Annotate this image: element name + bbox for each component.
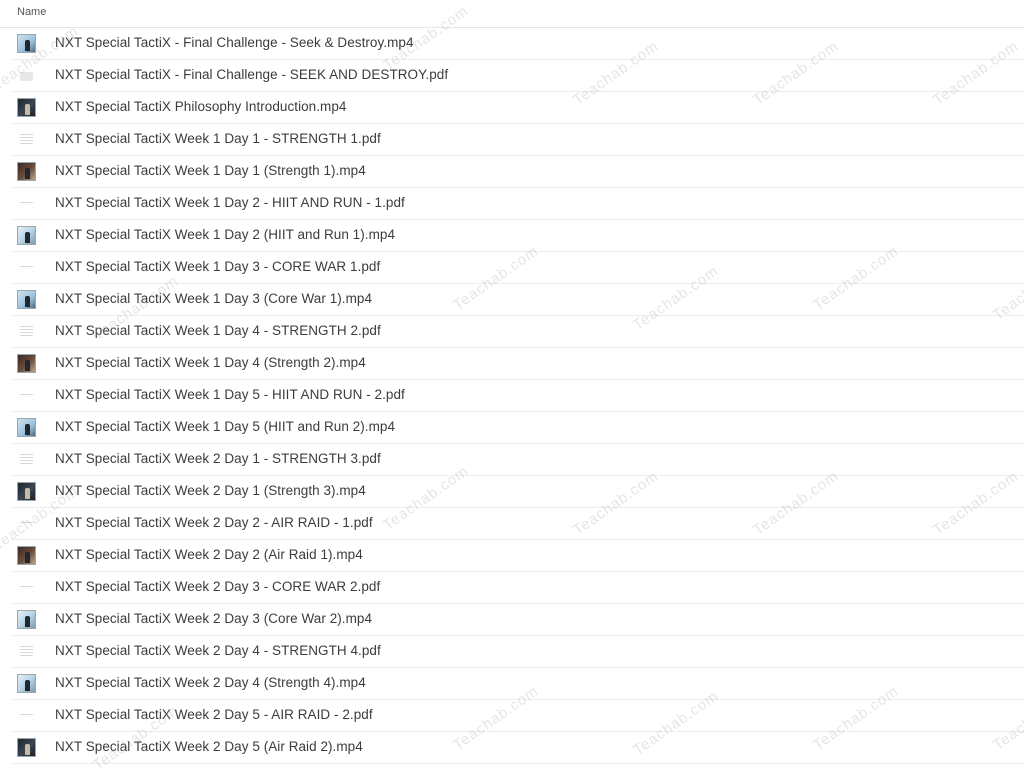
file-row[interactable]: NXT Special TactiX Week 2 Day 5 (Air Rai… — [12, 732, 1024, 764]
file-row[interactable]: NXT Special TactiX Week 1 Day 4 (Strengt… — [12, 348, 1024, 380]
pdf-thumbnail-icon — [17, 258, 36, 277]
file-name[interactable]: NXT Special TactiX - Final Challenge - S… — [55, 35, 414, 50]
video-thumbnail-icon — [17, 162, 36, 181]
video-thumbnail-icon — [17, 354, 36, 373]
pdf-thumbnail-icon — [17, 386, 36, 405]
file-name[interactable]: NXT Special TactiX Week 1 Day 3 (Core Wa… — [55, 291, 372, 306]
file-name[interactable]: NXT Special TactiX Week 2 Day 4 (Strengt… — [55, 675, 366, 690]
file-browser: Name NXT Special TactiX - Final Challeng… — [0, 0, 1024, 768]
pdf-thumbnail-icon — [17, 642, 36, 661]
file-name[interactable]: NXT Special TactiX Week 1 Day 3 - CORE W… — [55, 259, 380, 274]
file-name[interactable]: NXT Special TactiX Week 1 Day 2 - HIIT A… — [55, 195, 405, 210]
file-row[interactable]: NXT Special TactiX Week 1 Day 2 (HIIT an… — [12, 220, 1024, 252]
pdf-thumbnail-icon — [17, 706, 36, 725]
file-name[interactable]: NXT Special TactiX Week 2 Day 5 (Air Rai… — [55, 739, 363, 754]
video-thumbnail-icon — [17, 34, 36, 53]
file-name[interactable]: NXT Special TactiX Week 1 Day 5 - HIIT A… — [55, 387, 405, 402]
file-row[interactable]: NXT Special TactiX Week 1 Day 5 - HIIT A… — [12, 380, 1024, 412]
file-row[interactable]: NXT Special TactiX Week 2 Day 3 (Core Wa… — [12, 604, 1024, 636]
pdf-thumbnail-icon — [17, 322, 36, 341]
file-name[interactable]: NXT Special TactiX Week 1 Day 1 - STRENG… — [55, 131, 381, 146]
video-thumbnail-icon — [17, 546, 36, 565]
file-row[interactable]: NXT Special TactiX Week 2 Day 1 - STRENG… — [12, 444, 1024, 476]
video-thumbnail-icon — [17, 226, 36, 245]
pdf-thumbnail-icon — [17, 578, 36, 597]
file-row[interactable]: NXT Special TactiX Week 2 Day 4 - STRENG… — [12, 636, 1024, 668]
file-row[interactable]: NXT Special TactiX - Final Challenge - S… — [12, 60, 1024, 92]
file-name[interactable]: NXT Special TactiX Week 2 Day 4 - STRENG… — [55, 643, 381, 658]
file-row[interactable]: NXT Special TactiX Week 1 Day 1 - STRENG… — [12, 124, 1024, 156]
name-column-header[interactable]: Name — [17, 6, 46, 18]
pdf-thumbnail-icon — [17, 130, 36, 149]
file-name[interactable]: NXT Special TactiX Philosophy Introducti… — [55, 99, 346, 114]
video-thumbnail-icon — [17, 674, 36, 693]
file-row[interactable]: NXT Special TactiX Week 2 Day 2 - AIR RA… — [12, 508, 1024, 540]
file-name[interactable]: NXT Special TactiX Week 1 Day 5 (HIIT an… — [55, 419, 395, 434]
video-thumbnail-icon — [17, 610, 36, 629]
video-thumbnail-icon — [17, 482, 36, 501]
video-thumbnail-icon — [17, 98, 36, 117]
video-thumbnail-icon — [17, 418, 36, 437]
file-name[interactable]: NXT Special TactiX Week 1 Day 1 (Strengt… — [55, 163, 366, 178]
pdf-thumbnail-icon — [17, 514, 36, 533]
list-header: Name — [0, 0, 1024, 28]
file-row[interactable]: NXT Special TactiX Week 1 Day 5 (HIIT an… — [12, 412, 1024, 444]
file-name[interactable]: NXT Special TactiX Week 2 Day 2 (Air Rai… — [55, 547, 363, 562]
video-thumbnail-icon — [17, 738, 36, 757]
file-name[interactable]: NXT Special TactiX Week 2 Day 3 (Core Wa… — [55, 611, 372, 626]
file-row[interactable]: NXT Special TactiX Week 2 Day 4 (Strengt… — [12, 668, 1024, 700]
file-row[interactable]: NXT Special TactiX Week 1 Day 4 - STRENG… — [12, 316, 1024, 348]
file-name[interactable]: NXT Special TactiX Week 1 Day 4 - STRENG… — [55, 323, 381, 338]
file-name[interactable]: NXT Special TactiX Week 2 Day 2 - AIR RA… — [55, 515, 373, 530]
file-row[interactable]: NXT Special TactiX - Final Challenge - S… — [12, 28, 1024, 60]
file-name[interactable]: NXT Special TactiX Week 1 Day 2 (HIIT an… — [55, 227, 395, 242]
file-list: NXT Special TactiX - Final Challenge - S… — [0, 28, 1024, 764]
file-name[interactable]: NXT Special TactiX Week 2 Day 1 (Strengt… — [55, 483, 366, 498]
file-row[interactable]: NXT Special TactiX Week 1 Day 3 - CORE W… — [12, 252, 1024, 284]
file-row[interactable]: NXT Special TactiX Week 1 Day 3 (Core Wa… — [12, 284, 1024, 316]
file-row[interactable]: NXT Special TactiX Philosophy Introducti… — [12, 92, 1024, 124]
pdf-thumbnail-icon — [17, 66, 36, 85]
file-row[interactable]: NXT Special TactiX Week 2 Day 5 - AIR RA… — [12, 700, 1024, 732]
pdf-thumbnail-icon — [17, 194, 36, 213]
file-row[interactable]: NXT Special TactiX Week 1 Day 1 (Strengt… — [12, 156, 1024, 188]
file-name[interactable]: NXT Special TactiX Week 2 Day 3 - CORE W… — [55, 579, 380, 594]
file-name[interactable]: NXT Special TactiX Week 2 Day 5 - AIR RA… — [55, 707, 373, 722]
file-row[interactable]: NXT Special TactiX Week 2 Day 2 (Air Rai… — [12, 540, 1024, 572]
file-row[interactable]: NXT Special TactiX Week 2 Day 3 - CORE W… — [12, 572, 1024, 604]
file-name[interactable]: NXT Special TactiX Week 1 Day 4 (Strengt… — [55, 355, 366, 370]
file-row[interactable]: NXT Special TactiX Week 1 Day 2 - HIIT A… — [12, 188, 1024, 220]
file-name[interactable]: NXT Special TactiX Week 2 Day 1 - STRENG… — [55, 451, 381, 466]
video-thumbnail-icon — [17, 290, 36, 309]
pdf-thumbnail-icon — [17, 450, 36, 469]
file-name[interactable]: NXT Special TactiX - Final Challenge - S… — [55, 67, 448, 82]
file-row[interactable]: NXT Special TactiX Week 2 Day 1 (Strengt… — [12, 476, 1024, 508]
